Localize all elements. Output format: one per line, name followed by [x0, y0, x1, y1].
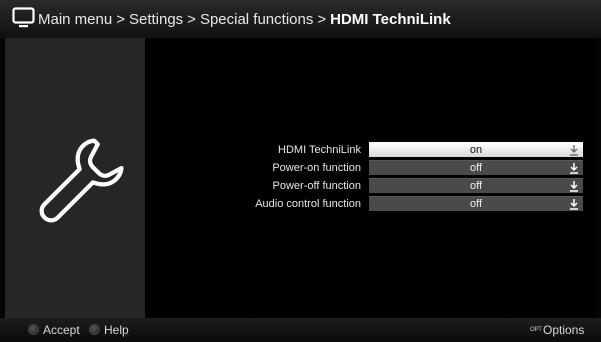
tv-icon — [12, 7, 35, 28]
accept-key-icon — [28, 324, 39, 335]
opt-key-icon: OPT — [530, 327, 542, 333]
setting-row-audio-control: Audio control function off — [145, 195, 585, 213]
setting-label: Audio control function — [255, 198, 361, 210]
breadcrumb: Main menu > Settings > Special functions > HDM… — [38, 11, 451, 29]
scroll-arrow-icon — [570, 163, 578, 174]
breadcrumb-separator: > — [116, 11, 125, 28]
wrench-icon — [39, 138, 124, 223]
page-title: HDMI TechniLink — [330, 11, 451, 28]
scroll-arrow-icon — [570, 145, 578, 156]
breadcrumb-separator: > — [187, 11, 196, 28]
accept-label: Accept — [43, 323, 80, 337]
breadcrumb-item-special-functions: Special functions — [199, 11, 314, 28]
hdmi-technilink-select[interactable]: on — [369, 142, 583, 157]
breadcrumb-separator: > — [317, 11, 327, 28]
breadcrumb-item-main-menu: Main menu — [38, 11, 113, 28]
setting-value: on — [469, 144, 483, 156]
scroll-arrow-icon — [570, 199, 578, 210]
power-off-function-select[interactable]: off — [369, 178, 583, 193]
scroll-arrow-icon — [570, 181, 578, 192]
setting-row-power-off: Power-off function off — [145, 177, 585, 195]
footer-bar: Accept Help OPT Options — [0, 318, 601, 342]
setting-label: HDMI TechniLink — [278, 144, 361, 156]
screen: Main menu > Settings > Special functions > HDM… — [0, 0, 601, 342]
setting-value: off — [469, 162, 483, 174]
setting-label: Power-off function — [272, 180, 361, 192]
setting-row-power-on: Power-on function off — [145, 159, 585, 177]
settings-list: HDMI TechniLink on Power-on function off… — [145, 141, 585, 213]
options-label: Options — [543, 323, 585, 337]
setting-row-hdmi-technilink: HDMI TechniLink on — [145, 141, 585, 159]
header-bar: Main menu > Settings > Special functions > HDM… — [0, 0, 601, 38]
audio-control-function-select[interactable]: off — [369, 196, 583, 211]
breadcrumb-item-settings: Settings — [128, 11, 184, 28]
setting-value: off — [469, 180, 483, 192]
setting-value: off — [469, 198, 483, 210]
power-on-function-select[interactable]: off — [369, 160, 583, 175]
setting-label: Power-on function — [272, 162, 361, 174]
side-panel — [5, 38, 145, 318]
help-key-icon — [89, 324, 100, 335]
help-label: Help — [104, 323, 129, 337]
